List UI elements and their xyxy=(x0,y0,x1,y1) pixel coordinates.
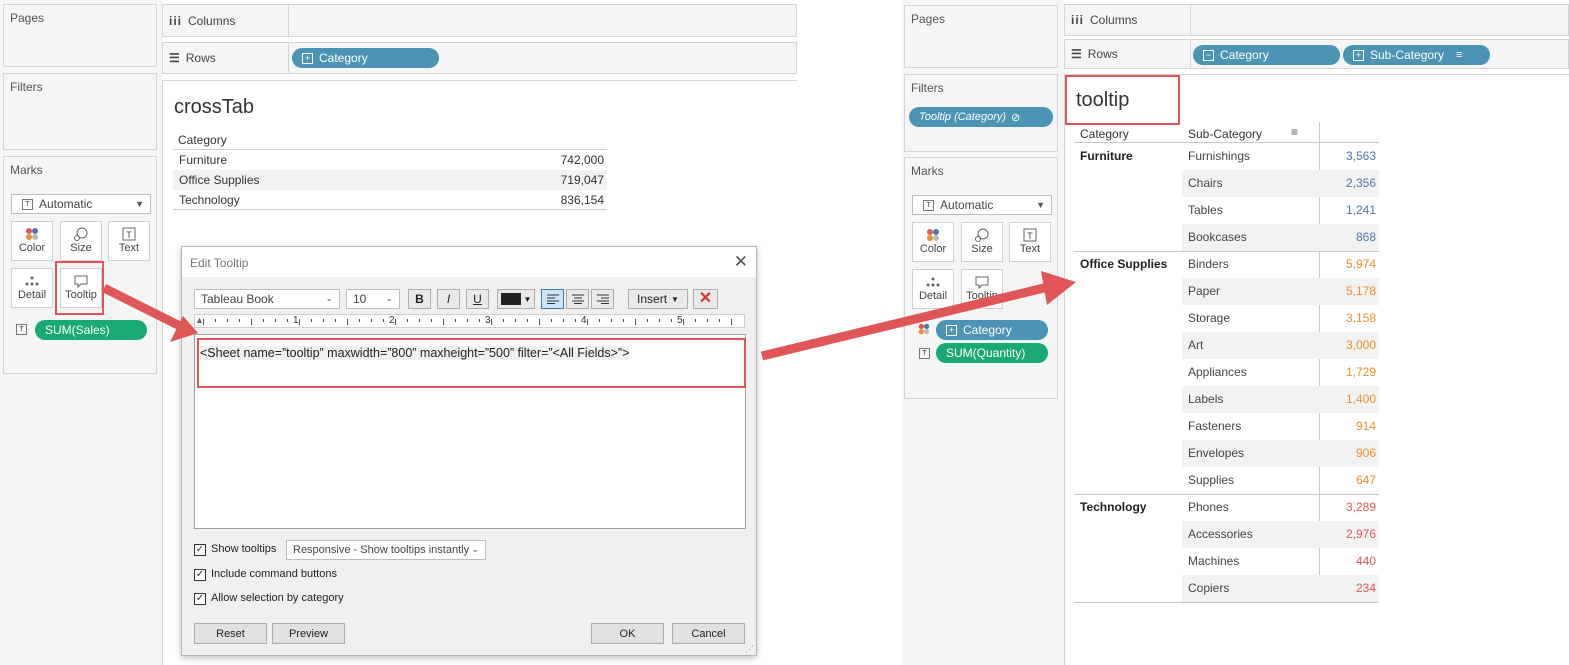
arrow-to-editor xyxy=(101,283,191,335)
arrow-to-sheet-head xyxy=(1041,271,1076,305)
annotation-arrows xyxy=(101,271,1076,361)
arrow-to-sheet xyxy=(760,282,1050,361)
